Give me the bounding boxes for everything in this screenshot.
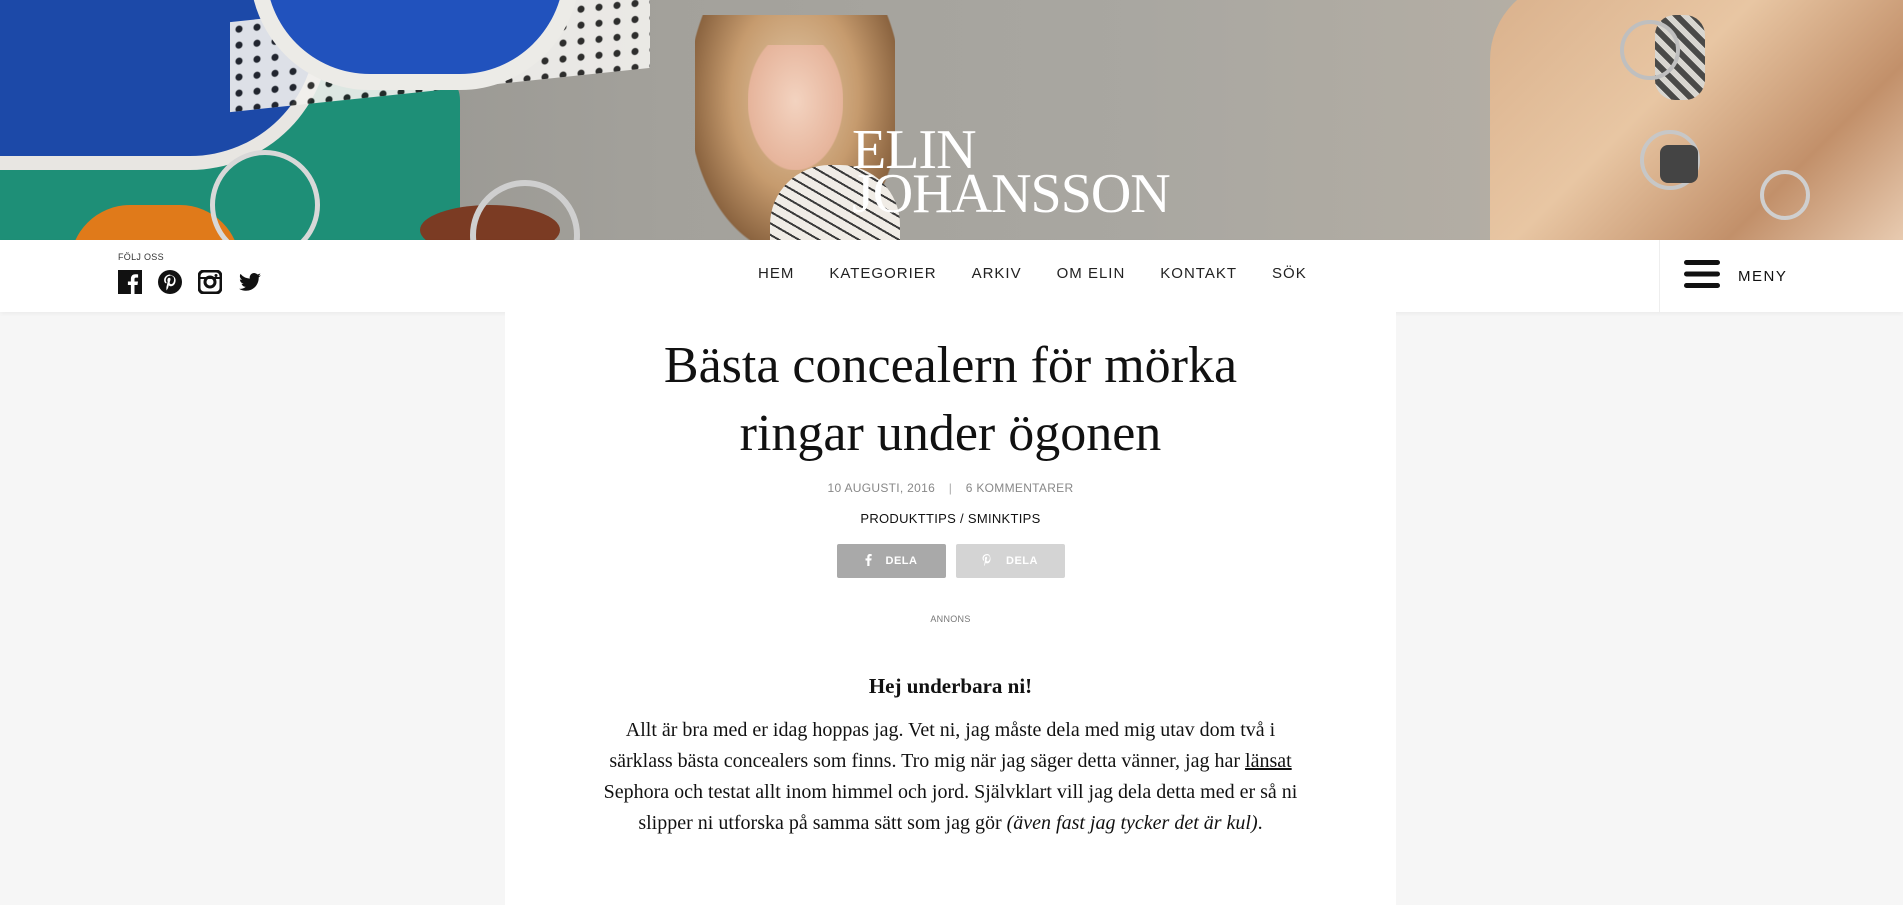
- main-navbar: FÖLJ OSS HEM KATEGORIER ARKIV OM ELIN KO…: [0, 240, 1903, 312]
- nav-item-om-elin[interactable]: OM ELIN: [1057, 265, 1126, 282]
- social-links: [118, 269, 262, 295]
- paragraph-italic: (även fast jag tycker det är kul): [1006, 812, 1258, 834]
- menu-toggle-button[interactable]: MENY: [1659, 240, 1903, 312]
- nav-item-kategorier[interactable]: KATEGORIER: [829, 265, 936, 282]
- follow-us: FÖLJ OSS: [118, 252, 262, 295]
- nav-item-sok[interactable]: SÖK: [1272, 265, 1307, 282]
- banner-decoration: [1620, 20, 1680, 80]
- share-facebook-label: DELA: [885, 555, 918, 567]
- article-categories[interactable]: PRODUKTTIPS / SMINKTIPS: [505, 511, 1396, 526]
- pinterest-icon[interactable]: [158, 270, 182, 294]
- twitter-icon[interactable]: [238, 270, 262, 294]
- article: Bästa concealern för mörka ringar under …: [505, 312, 1396, 905]
- header-banner: ELIN JOHANSSON: [0, 0, 1903, 240]
- article-date: 10 AUGUSTI, 2016: [827, 481, 936, 495]
- primary-menu: HEM KATEGORIER ARKIV OM ELIN KONTAKT SÖK: [758, 265, 1307, 282]
- article-lead: Hej underbara ni!: [868, 674, 1033, 698]
- share-pinterest-label: DELA: [1006, 555, 1038, 567]
- share-buttons: DELA DELA: [505, 544, 1396, 578]
- facebook-icon: [865, 553, 872, 569]
- facebook-icon[interactable]: [118, 270, 142, 294]
- menu-label: MENY: [1738, 267, 1788, 285]
- nav-item-hem[interactable]: HEM: [758, 265, 794, 282]
- pinterest-icon: [982, 553, 992, 569]
- article-body: Hej underbara ni! Allt är bra med er ida…: [505, 674, 1396, 839]
- article-paragraph: Allt är bra med er idag hoppas jag. Vet …: [593, 715, 1308, 839]
- nav-item-kontakt[interactable]: KONTAKT: [1160, 265, 1237, 282]
- share-facebook-button[interactable]: DELA: [836, 544, 946, 578]
- banner-decoration: [1760, 170, 1810, 220]
- ad-label: ANNONS: [930, 614, 971, 624]
- instagram-icon[interactable]: [197, 269, 223, 295]
- article-title: Bästa concealern för mörka ringar under …: [663, 337, 1238, 462]
- banner-decoration: [470, 180, 580, 240]
- logo-line: JOHANSSON: [852, 163, 1171, 225]
- share-pinterest-button[interactable]: DELA: [955, 544, 1065, 578]
- hamburger-icon: [1684, 259, 1720, 294]
- article-meta: 10 AUGUSTI, 2016 | 6 KOMMENTARER: [505, 481, 1396, 495]
- paragraph-text: Allt är bra med er idag hoppas jag. Vet …: [609, 719, 1276, 772]
- paragraph-text: .: [1257, 812, 1263, 834]
- inline-link[interactable]: länsat: [1245, 750, 1292, 772]
- nav-item-arkiv[interactable]: ARKIV: [972, 265, 1022, 282]
- follow-label: FÖLJ OSS: [118, 252, 164, 262]
- comments-link[interactable]: 6 KOMMENTARER: [966, 481, 1074, 495]
- blogger-portrait: [748, 45, 843, 170]
- banner-decoration: [1660, 145, 1698, 183]
- meta-separator: |: [948, 481, 953, 495]
- site-logo[interactable]: ELIN JOHANSSON: [852, 122, 1171, 225]
